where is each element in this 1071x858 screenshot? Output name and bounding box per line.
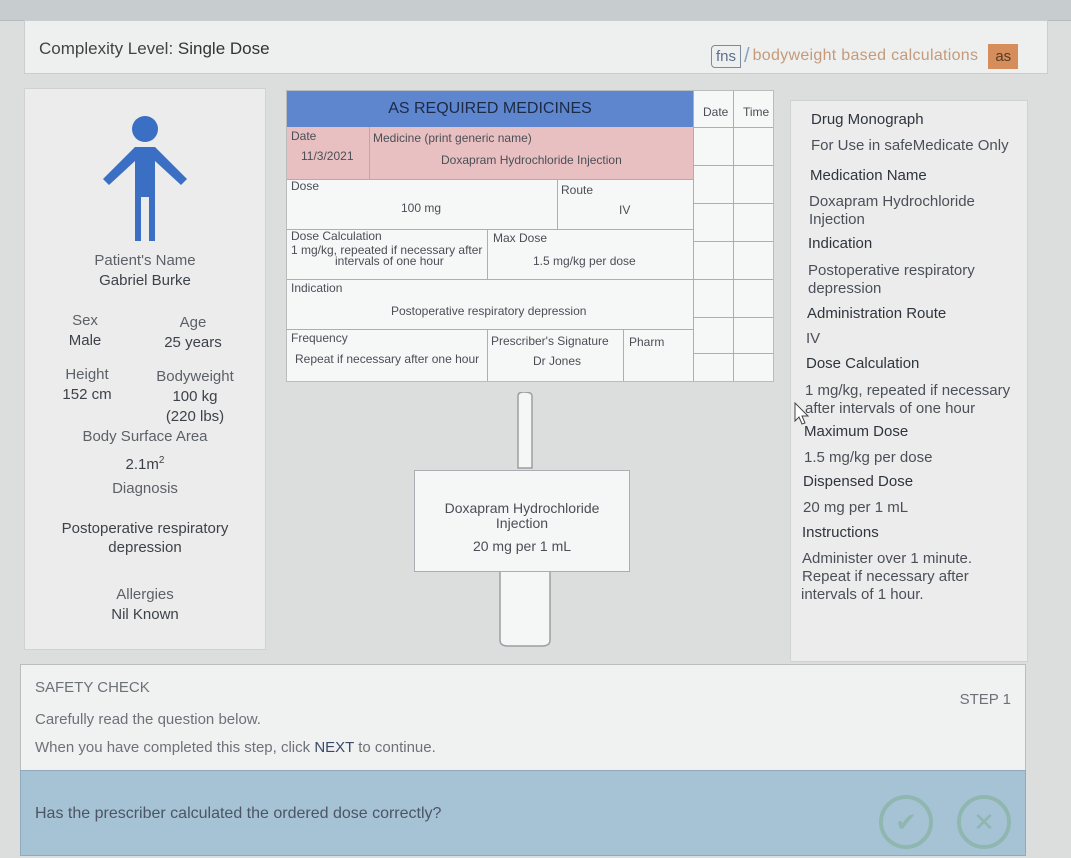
date-value: 11/3/2021 [301, 149, 354, 163]
monograph-subtitle: For Use in safeMedicate Only [811, 137, 1009, 154]
vial-line2: Injection [495, 515, 549, 531]
person-icon [103, 116, 187, 241]
check-icon: ✔ [895, 806, 917, 837]
diagnosis-line2: depression [108, 539, 182, 556]
medicine-value: Doxapram Hydrochloride Injection [441, 153, 622, 167]
route-value: IV [806, 330, 821, 347]
indication-label: Indication [291, 281, 343, 295]
bsa-label: Body Surface Area [82, 428, 208, 445]
dosecalc-line2: after intervals of one hour [805, 400, 976, 417]
route-label: Route [561, 183, 594, 197]
indication-line1: Postoperative respiratory [808, 262, 975, 279]
header-bar: Complexity Level: Single Dose fns / body… [24, 20, 1048, 74]
window-top-bar [0, 0, 1071, 21]
grid-time-header: Time [743, 105, 770, 119]
date-label: Date [291, 129, 317, 143]
yes-check-button[interactable]: ✔ [879, 795, 933, 849]
vial-line1: Doxapram Hydrochloride [444, 500, 600, 516]
grid-date-header: Date [703, 105, 729, 119]
administration-grid: Date Time [693, 91, 773, 381]
allergies-value: Nil Known [111, 606, 179, 623]
brand-badge: as [988, 43, 1019, 69]
complexity-value: Single Dose [177, 39, 270, 58]
bodyweight-value: 100 kg [172, 388, 218, 405]
bsa-value: 2.1m2 [125, 455, 165, 473]
med-name-line1: Doxapram Hydrochloride [809, 193, 975, 210]
vial-line3: 20 mg per 1 mL [472, 538, 572, 554]
age-value: 25 years [164, 334, 222, 351]
frequency-label: Frequency [291, 331, 348, 345]
maxdose-value: 1.5 mg/kg per dose [804, 449, 933, 466]
brand-logo: fns / bodyweight based calculations as [711, 41, 1019, 71]
diagnosis-label: Diagnosis [112, 480, 178, 497]
drug-monograph-panel: Drug Monograph For Use in safeMedicate O… [790, 100, 1028, 662]
next-keyword: NEXT [314, 739, 355, 756]
question-bar: Has the prescriber calculated the ordere… [20, 770, 1026, 856]
monograph-title: Drug Monograph [811, 111, 924, 128]
patient-name-label: Patient's Name [94, 252, 196, 269]
dosecalc-heading: Dose Calculation [806, 355, 920, 372]
instructions-heading: Instructions [802, 524, 879, 541]
instructions-line2: Repeat if necessary after [802, 568, 969, 585]
route-heading: Administration Route [807, 305, 947, 322]
brand-text: bodyweight based calculations [752, 47, 979, 64]
bodyweight-label: Bodyweight [156, 368, 234, 385]
brand-fns: fns [711, 44, 742, 68]
dispensed-heading: Dispensed Dose [803, 473, 914, 490]
maxdose-heading: Maximum Dose [804, 423, 909, 440]
mouse-cursor-icon [794, 402, 810, 425]
safety-line2: When you have completed this step, click… [35, 739, 436, 756]
route-value: IV [619, 203, 631, 217]
patient-panel: Patient's Name Gabriel Burke Sex Male Ag… [24, 88, 266, 650]
prescriber-value: Dr Jones [533, 354, 582, 368]
dose-calc-label: Dose Calculation [291, 229, 382, 243]
question-text: Has the prescriber calculated the ordere… [35, 805, 442, 822]
pharm-label: Pharm [629, 335, 665, 349]
safety-line1: Carefully read the question below. [35, 711, 261, 728]
prescriber-label: Prescriber's Signature [491, 334, 609, 348]
complexity-label: Complexity Level: [39, 39, 174, 58]
vial-label: Doxapram Hydrochloride Injection 20 mg p… [414, 470, 630, 572]
med-name-line2: Injection [809, 211, 865, 228]
safety-title: SAFETY CHECK [35, 679, 150, 696]
dose-calc-line2: intervals of one hour [335, 254, 444, 268]
medication-chart: AS REQUIRED MEDICINES Date 11/3/2021 Med… [286, 90, 774, 382]
patient-name: Gabriel Burke [99, 272, 191, 289]
max-dose-value: 1.5 mg/kg per dose [533, 254, 636, 268]
frequency-value: Repeat if necessary after one hour [295, 352, 480, 366]
chart-title: AS REQUIRED MEDICINES [287, 91, 693, 128]
safety-check-panel: SAFETY CHECK STEP 1 Carefully read the q… [20, 664, 1026, 784]
no-cross-button[interactable]: ✕ [957, 795, 1011, 849]
allergies-label: Allergies [116, 586, 174, 603]
indication-value: Postoperative respiratory depression [391, 304, 587, 318]
dose-label: Dose [291, 179, 320, 193]
close-icon: ✕ [973, 806, 995, 837]
step-indicator: STEP 1 [959, 691, 1011, 708]
dispensed-value: 20 mg per 1 mL [803, 499, 909, 516]
indication-heading: Indication [808, 235, 873, 252]
complexity-level: Complexity Level: Single Dose [39, 39, 270, 59]
age-label: Age [179, 314, 207, 331]
max-dose-label: Max Dose [493, 231, 548, 245]
bodyweight-lbs: (220 lbs) [165, 408, 225, 425]
instructions-line3: intervals of 1 hour. [801, 586, 924, 603]
diagnosis-line1: Postoperative respiratory [61, 520, 229, 537]
med-name-heading: Medication Name [810, 167, 927, 184]
instructions-line1: Administer over 1 minute. [802, 550, 973, 567]
dosecalc-line1: 1 mg/kg, repeated if necessary [805, 382, 1011, 399]
indication-line2: depression [808, 280, 882, 297]
dose-value: 100 mg [401, 201, 442, 215]
brand-slash-icon: / [744, 44, 750, 67]
medicine-label: Medicine (print generic name) [373, 131, 532, 145]
